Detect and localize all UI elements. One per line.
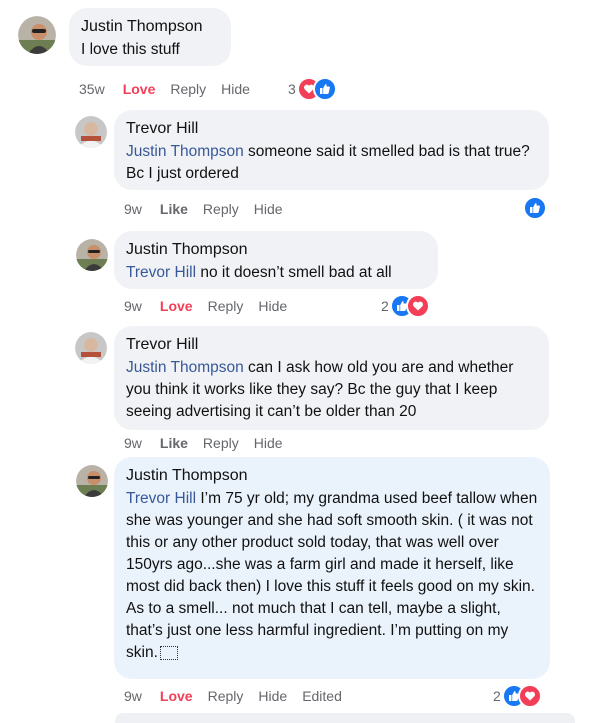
comment-bubble: Justin Thompson Trevor Hill I’m 75 yr ol… xyxy=(114,457,550,679)
like-icon xyxy=(523,196,547,220)
comment-actions: 9w Love Reply Hide Edited xyxy=(124,688,357,704)
comment-bubble: Justin Thompson Trevor Hill no it doesn’… xyxy=(114,231,438,289)
comment-bubble: Trevor Hill Justin Thompson can I ask ho… xyxy=(114,326,549,430)
like-button[interactable]: Like xyxy=(160,201,188,217)
love-button[interactable]: Love xyxy=(160,298,193,314)
comment-time[interactable]: 9w xyxy=(124,201,142,217)
comment-time[interactable]: 9w xyxy=(124,435,142,451)
hide-button[interactable]: Hide xyxy=(221,81,250,97)
mention-link[interactable]: Trevor Hill xyxy=(126,490,196,507)
comment-text-body: no it doesn’t smell bad at all xyxy=(196,264,392,281)
love-button[interactable]: Love xyxy=(160,688,193,704)
comment-text: I love this stuff xyxy=(81,41,180,58)
comment-actions: 9w Like Reply Hide xyxy=(124,435,298,451)
like-icon xyxy=(312,77,337,101)
avatar[interactable] xyxy=(18,16,56,54)
comment-text: Trevor Hill I’m 75 yr old; my grandma us… xyxy=(126,488,538,664)
hide-button[interactable]: Hide xyxy=(258,688,287,704)
comment-bubble: Justin Thompson I love this stuff xyxy=(69,8,231,66)
avatar[interactable] xyxy=(75,116,107,148)
comment-text-body: I’m 75 yr old; my grandma used beef tall… xyxy=(126,490,538,661)
reply-button[interactable]: Reply xyxy=(208,688,244,704)
comment-actions: 9w Like Reply Hide xyxy=(124,201,298,217)
comment-bubble: Trevor Hill Justin Thompson someone said… xyxy=(114,110,549,190)
avatar[interactable] xyxy=(76,239,108,271)
edited-label[interactable]: Edited xyxy=(302,688,342,704)
love-icon xyxy=(405,294,430,318)
love-icon xyxy=(517,684,542,708)
reaction-count: 2 xyxy=(381,298,389,314)
reply-button[interactable]: Reply xyxy=(208,298,244,314)
mention-link[interactable]: Trevor Hill xyxy=(126,264,196,281)
avatar[interactable] xyxy=(76,465,108,497)
comment-author[interactable]: Justin Thompson xyxy=(81,17,219,37)
reaction-count: 3 xyxy=(288,81,296,97)
comment-author[interactable]: Trevor Hill xyxy=(126,119,537,139)
hide-button[interactable]: Hide xyxy=(254,201,283,217)
like-button[interactable]: Like xyxy=(160,435,188,451)
avatar[interactable] xyxy=(75,332,107,364)
mention-link[interactable]: Justin Thompson xyxy=(126,359,244,376)
emoji-icon xyxy=(159,645,178,660)
hide-button[interactable]: Hide xyxy=(258,298,287,314)
comment-author[interactable]: Justin Thompson xyxy=(126,466,538,486)
comment-time[interactable]: 9w xyxy=(124,298,142,314)
comment-text: Justin Thompson someone said it smelled … xyxy=(126,141,537,185)
reaction-summary[interactable] xyxy=(523,196,547,220)
reaction-summary[interactable]: 3 xyxy=(288,77,337,101)
comment-actions: 35w Love Reply Hide xyxy=(79,81,265,97)
comment-time[interactable]: 9w xyxy=(124,688,142,704)
reaction-count: 2 xyxy=(493,688,501,704)
comment-time[interactable]: 35w xyxy=(79,81,105,97)
comment-actions: 9w Love Reply Hide xyxy=(124,298,302,314)
comment-author[interactable]: Justin Thompson xyxy=(126,240,426,260)
comment-text: Justin Thompson can I ask how old you ar… xyxy=(126,357,537,423)
reply-button[interactable]: Reply xyxy=(170,81,206,97)
next-comment-edge xyxy=(115,713,575,723)
mention-link[interactable]: Justin Thompson xyxy=(126,143,244,160)
reaction-summary[interactable]: 2 xyxy=(381,294,430,318)
comment-text: Trevor Hill no it doesn’t smell bad at a… xyxy=(126,262,426,284)
reply-button[interactable]: Reply xyxy=(203,435,239,451)
hide-button[interactable]: Hide xyxy=(254,435,283,451)
comment-author[interactable]: Trevor Hill xyxy=(126,335,537,355)
reply-button[interactable]: Reply xyxy=(203,201,239,217)
reaction-summary[interactable]: 2 xyxy=(493,684,542,708)
love-button[interactable]: Love xyxy=(123,81,156,97)
